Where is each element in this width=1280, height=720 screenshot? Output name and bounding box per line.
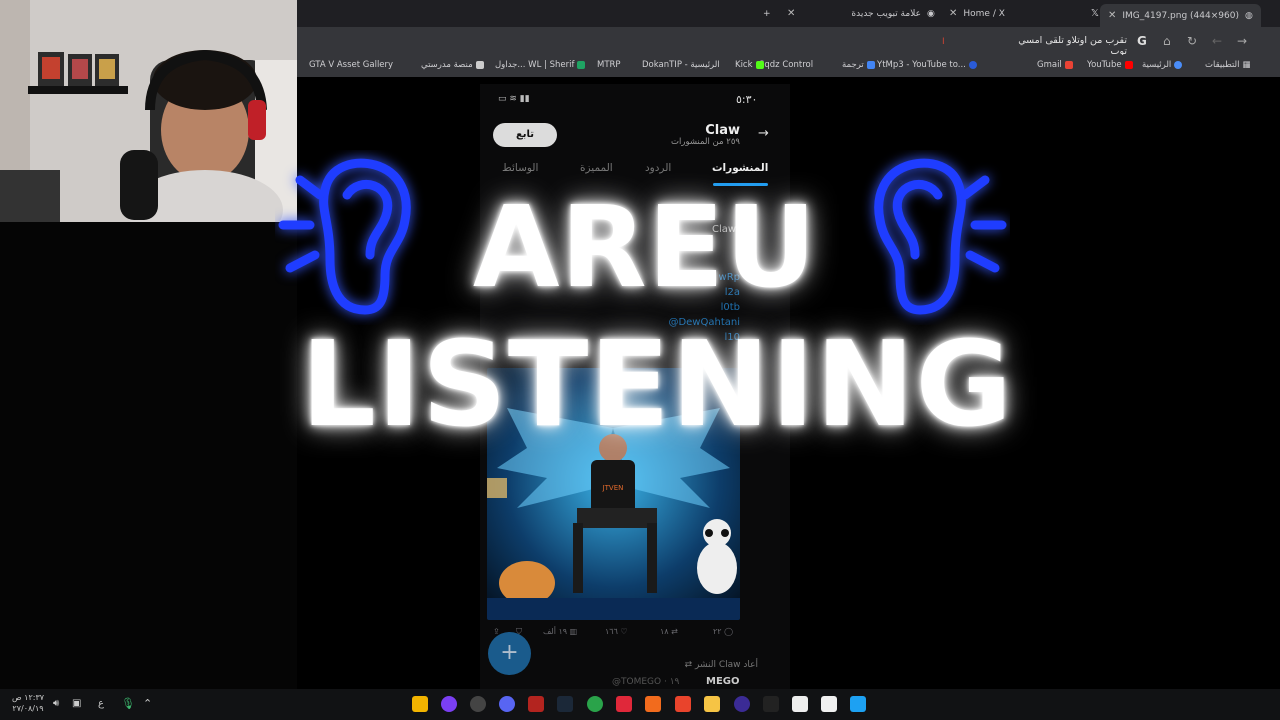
repost-count[interactable]: ١٨ ⇄ [660,627,678,636]
steam-icon[interactable] [557,696,573,712]
app-icon-13[interactable] [763,696,779,712]
app-icon-1[interactable] [412,696,428,712]
capcut-icon[interactable] [792,696,808,712]
bottom-handle: @TOMEGO · ١٩ [612,677,680,687]
status-icons: ▭ ≋ ▮▮ [498,94,530,104]
cursor-icon: I [942,37,945,47]
phone-time: ٥:٣٠ [736,93,758,106]
close-icon[interactable]: ✕ [787,8,795,19]
discord-icon[interactable] [499,696,515,712]
tab-label: IMG_4197.png (444×960) [1122,10,1239,21]
compose-button[interactable]: + [488,632,531,675]
chevron-up-icon[interactable]: ⌃ [143,697,152,710]
tab-replies[interactable]: الردود [645,162,671,174]
bookmark-sqdz[interactable]: Sqdz Control [759,60,813,70]
tab-img[interactable]: ✕ IMG_4197.png (444×960) ◍ [1100,4,1261,27]
overlay-title-line1: AREU [472,183,818,313]
network-icon[interactable]: ▣ [72,698,81,709]
profile-tabs: المنشورات الردود المميزة الوسائط [480,156,790,186]
app-icon-2[interactable] [441,696,457,712]
bookmark-home[interactable]: الرئيسية [1142,60,1183,70]
microphone-icon[interactable]: 🎙︎ [121,697,135,710]
chrome-taskbar-icon[interactable] [587,696,603,712]
bookmark-gta[interactable]: GTA V Asset Gallery [309,60,393,70]
tab-home-x[interactable]: ✕ Home / X 𝕏 [949,4,1099,23]
back-arrow-icon[interactable]: → [758,126,769,141]
browser-tab-bar: ✕ IMG_4197.png (444×960) ◍ ✕ Home / X 𝕏 … [297,0,1280,27]
svg-text:JTVEN: JTVEN [602,484,624,492]
globe-icon: ◍ [1244,10,1253,21]
app-icon-9[interactable] [645,696,661,712]
language-indicator[interactable]: ع [98,698,104,709]
apps-grid-icon: ▦ [1242,60,1251,70]
app-icon-8[interactable] [616,696,632,712]
bookmark-kick[interactable]: Kick [735,60,764,70]
home-icon[interactable]: ⌂ [1163,34,1171,48]
follow-button[interactable]: تابع [493,123,557,147]
overlay-title-line2: LISTENING [300,315,1014,453]
chrome-icon: ◉ [926,8,935,19]
post-actions: ٢٢ ◯ ١٨ ⇄ ١٦٦ ♡ ١٩ ألف ▥ ⛉ ⇪ [488,627,743,641]
reload-icon[interactable]: ↻ [1187,34,1197,48]
bookmark-ytmp3[interactable]: YtMp3 - YouTube to... [877,60,977,70]
brave-icon[interactable] [675,696,691,712]
address-input[interactable]: تقرب من اوتلاو تلقى امسي توب [1017,35,1127,57]
tab-new[interactable]: ✕ علامة تبويب جديدة ◉ [787,4,935,23]
tab-posts[interactable]: المنشورات [712,162,768,174]
bookmarks-bar: التطبيقات ▦ الرئيسية YouTube Gmail YtMp3 … [297,55,1280,77]
view-count[interactable]: ١٩ ألف ▥ [543,627,577,636]
folder-icon[interactable] [704,696,720,712]
tab-media[interactable]: الوسائط [502,162,538,174]
back-icon[interactable]: → [1237,34,1247,48]
windows-start-icon[interactable] [850,696,866,712]
address-bar-row: → ← ↻ ⌂ G تقرب من اوتلاو تلقى امسي توب I [297,27,1280,57]
new-tab-button[interactable]: + [763,4,771,23]
bookmark-apps[interactable]: التطبيقات ▦ [1205,60,1251,70]
like-count[interactable]: ١٦٦ ♡ [605,627,628,636]
ear-icon-left [278,158,411,315]
bookmark-mtrp[interactable]: MTRP [597,60,621,70]
x-logo-icon: 𝕏 [1090,8,1099,19]
tab-highlights[interactable]: المميزة [580,162,613,174]
bookmark-youtube[interactable]: YouTube [1087,60,1133,70]
taskbar [0,689,1280,720]
google-icon: G [1137,34,1147,48]
bookmark-translate[interactable]: ترجمة [842,60,875,70]
webcam-feed [0,0,297,222]
reply-count[interactable]: ٢٢ ◯ [713,627,733,636]
forward-icon[interactable]: ← [1212,34,1222,48]
clock[interactable]: ١٢:٣٧ ص ٢٧/٠٨/١٩ [8,692,48,714]
app-icon-5[interactable] [528,696,544,712]
bottom-user: MEGO [706,676,740,687]
volume-icon[interactable]: 🔊︎ [53,698,59,709]
tab-label: Home / X [963,8,1005,19]
repost-label: أعاد Claw النشر ⇄ [684,660,758,670]
store-icon[interactable] [821,696,837,712]
bookmark-gmail[interactable]: Gmail [1037,60,1073,70]
ear-icon-right [874,158,1007,315]
profile-name: Claw [705,123,740,138]
bookmark-dokantip[interactable]: DokanTIP - الرئيسية [642,60,720,70]
tab-label: علامة تبويب جديدة [851,8,921,19]
bookmark-wl-sherif[interactable]: جداول... WL | Sherif [495,60,586,70]
close-icon[interactable]: ✕ [1108,10,1116,21]
post-count: ٢٥٩ من المنشورات [670,137,740,147]
app-icon-12[interactable] [734,696,750,712]
bookmark-madrasati[interactable]: منصة مدرستي [421,60,484,70]
app-icon-3[interactable] [470,696,486,712]
close-icon[interactable]: ✕ [949,8,957,19]
